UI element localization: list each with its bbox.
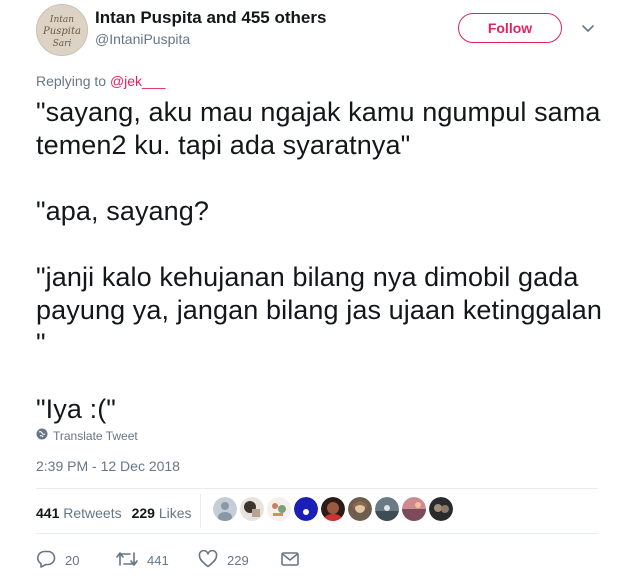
retweet-icon xyxy=(116,551,138,570)
globe-icon xyxy=(36,428,48,443)
reply-context: Replying to @jek___ xyxy=(36,73,165,89)
like-count: 229 xyxy=(227,552,249,568)
liker-avatar[interactable] xyxy=(294,497,318,521)
likes-count: 229 xyxy=(131,505,155,521)
chevron-down-icon[interactable] xyxy=(580,20,596,36)
liker-avatars xyxy=(213,497,453,523)
engagement-stats: 441 Retweets 229 Likes xyxy=(36,505,202,521)
divider xyxy=(36,533,598,534)
liker-avatar[interactable] xyxy=(321,497,345,521)
retweet-button[interactable]: 441 xyxy=(116,551,198,570)
liker-avatar[interactable] xyxy=(267,497,291,521)
retweets-stat[interactable]: 441 Retweets xyxy=(36,505,122,521)
tweet-text: "sayang, aku mau ngajak kamu ngumpul sam… xyxy=(36,97,603,424)
reply-prefix: Replying to xyxy=(36,73,110,89)
heart-icon xyxy=(198,549,218,571)
likes-label: Likes xyxy=(158,505,192,521)
divider xyxy=(36,488,598,489)
handle[interactable]: @IntaniPuspita xyxy=(95,31,190,47)
reply-button[interactable]: 20 xyxy=(36,550,116,571)
envelope-icon xyxy=(280,551,300,570)
stats-separator xyxy=(200,494,201,528)
follow-button[interactable]: Follow xyxy=(458,13,562,43)
timestamp[interactable]: 2:39 PM - 12 Dec 2018 xyxy=(36,458,180,474)
svg-text:Intan: Intan xyxy=(49,15,74,25)
retweet-count: 441 xyxy=(147,552,169,568)
translate-tweet-link[interactable]: Translate Tweet xyxy=(36,428,138,443)
like-button[interactable]: 229 xyxy=(198,549,280,571)
avatar-logo-icon: Intan Puspita Sari xyxy=(37,5,87,55)
reply-mention-link[interactable]: @jek___ xyxy=(110,73,165,89)
tweet-actions: 20 441 229 xyxy=(36,549,300,571)
likes-stat[interactable]: 229 Likes xyxy=(132,505,192,521)
reply-count: 20 xyxy=(65,552,80,568)
liker-avatar[interactable] xyxy=(348,497,372,521)
retweets-label: Retweets xyxy=(63,505,122,521)
translate-label: Translate Tweet xyxy=(53,428,138,443)
liker-avatar[interactable] xyxy=(402,497,426,521)
svg-text:Sari: Sari xyxy=(53,39,72,49)
direct-message-button[interactable] xyxy=(280,551,300,570)
svg-text:Puspita: Puspita xyxy=(42,26,81,37)
retweets-count: 441 xyxy=(36,505,60,521)
liker-avatar[interactable] xyxy=(429,497,453,521)
liker-avatar[interactable] xyxy=(240,497,264,521)
liker-avatar[interactable] xyxy=(375,497,399,521)
avatar[interactable]: Intan Puspita Sari xyxy=(36,4,88,56)
display-name[interactable]: Intan Puspita and 455 others xyxy=(95,8,326,28)
reply-icon xyxy=(36,550,56,571)
liker-avatar[interactable] xyxy=(213,497,237,521)
